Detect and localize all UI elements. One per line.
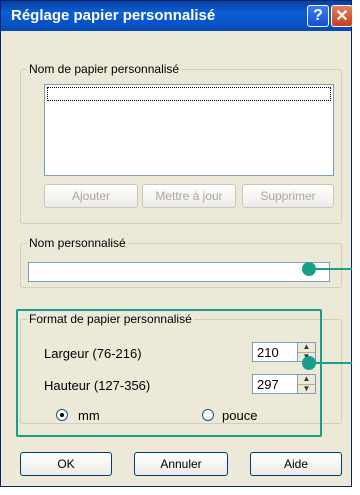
question-icon: ?: [313, 7, 323, 24]
unit-mm-radio[interactable]: [56, 409, 68, 421]
spin-up-icon[interactable]: ▲: [298, 343, 315, 352]
height-label: Hauteur (127-356): [44, 378, 151, 393]
height-input[interactable]: 297: [252, 374, 298, 394]
close-button[interactable]: ✕: [331, 5, 353, 27]
height-spinner[interactable]: ▲ ▼: [298, 374, 316, 394]
help-footer-button[interactable]: Aide: [250, 452, 342, 476]
unit-pouce-radio[interactable]: [202, 409, 214, 421]
callout-line: [310, 268, 352, 270]
help-button[interactable]: ?: [307, 5, 329, 27]
callout-dot: [302, 262, 316, 276]
custom-paper-name-legend: Nom de papier personnalisé: [29, 62, 180, 76]
callout-line: [310, 362, 352, 364]
custom-name-legend: Nom personnalisé: [29, 236, 126, 250]
cancel-button[interactable]: Annuler: [134, 452, 228, 476]
title-bar[interactable]: Réglage papier personnalisé ? ✕: [1, 1, 353, 31]
width-input[interactable]: 210: [252, 342, 298, 362]
window-title: Réglage papier personnalisé: [11, 7, 216, 24]
custom-name-input[interactable]: [28, 262, 330, 282]
spin-up-icon[interactable]: ▲: [298, 375, 315, 384]
width-label: Largeur (76-216): [44, 346, 142, 361]
unit-mm-label[interactable]: mm: [78, 408, 100, 423]
spin-down-icon[interactable]: ▼: [298, 383, 315, 394]
close-icon: ✕: [335, 8, 349, 25]
list-focus-row[interactable]: [47, 87, 331, 101]
delete-button[interactable]: Supprimer: [242, 184, 334, 208]
custom-paper-list[interactable]: [44, 84, 334, 176]
add-button[interactable]: Ajouter: [44, 184, 138, 208]
callout-dot: [302, 356, 316, 370]
update-button[interactable]: Mettre à jour: [142, 184, 236, 208]
unit-pouce-label[interactable]: pouce: [222, 408, 257, 423]
ok-button[interactable]: OK: [20, 452, 112, 476]
